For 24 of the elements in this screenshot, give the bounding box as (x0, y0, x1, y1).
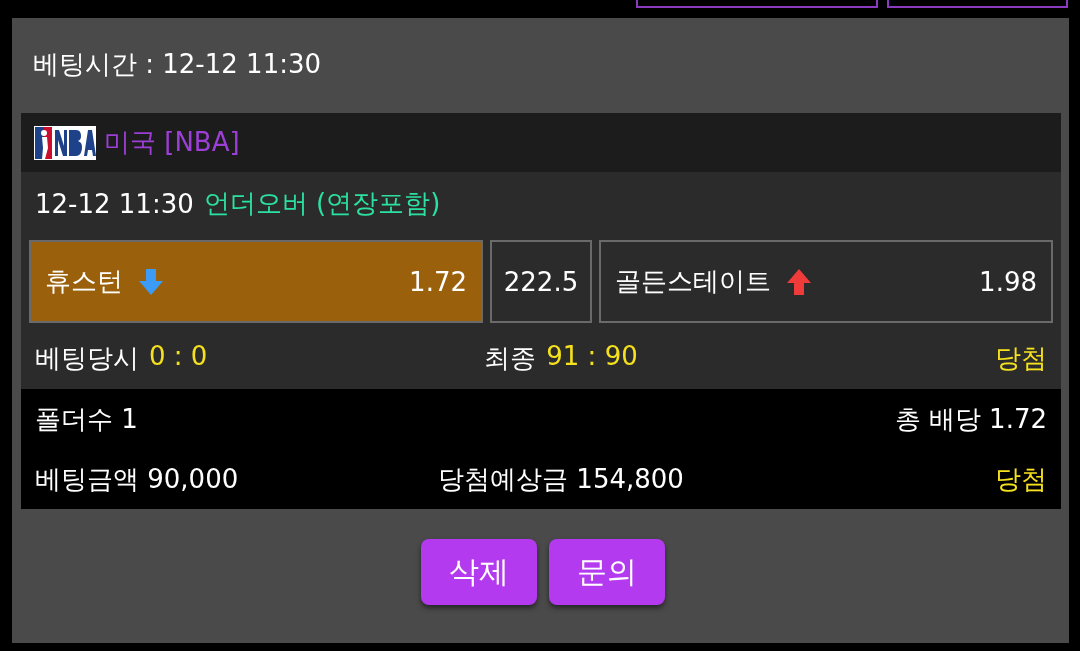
expected-payout: 당첨예상금 154,800 (437, 462, 685, 496)
at-bet-score: 0 : 0 (149, 341, 208, 373)
final-label: 최종 (484, 342, 537, 375)
action-button[interactable]: 삭제 (421, 539, 537, 605)
result-status: 당첨 (995, 342, 1047, 375)
bet-amount: 베팅금액 90,000 (35, 462, 240, 496)
team-name: 휴스턴 (45, 265, 123, 298)
action-button[interactable]: 문의 (549, 539, 665, 605)
odds-option[interactable]: 휴스턴 1.72 (29, 240, 483, 323)
total-odds: 총 배당 1.72 (893, 402, 1047, 436)
team-name: 골든스테이트 (615, 265, 771, 298)
at-bet-label: 베팅당시 (35, 342, 139, 375)
summary-status: 당첨 (994, 462, 1047, 496)
odds-value: 1.72 (409, 266, 467, 297)
folder-count: 폴더수 1 (35, 402, 139, 436)
line-value[interactable]: 222.5 (490, 240, 592, 323)
odds-option[interactable]: 골든스테이트 1.98 (599, 240, 1053, 323)
game-datetime: 12-12 11:30 (35, 188, 194, 219)
final-score: 91 : 90 (546, 341, 638, 373)
market-name: 언더오버 (연장포함) (203, 187, 441, 220)
odds-value: 1.98 (979, 266, 1037, 297)
league-name: 미국 [NBA] (104, 126, 240, 159)
league-logo-icon (34, 125, 96, 160)
bet-time: 베팅시간 : 12-12 11:30 (32, 48, 323, 81)
